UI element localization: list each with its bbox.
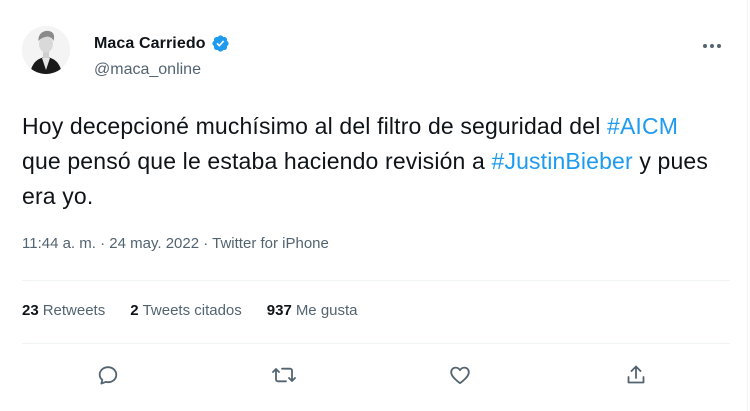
tweet-stats: 23 Retweets 2 Tweets citados 937 Me gusta: [22, 302, 383, 319]
likes-label: Me gusta: [295, 302, 358, 319]
reply-button[interactable]: [88, 355, 128, 395]
retweet-button[interactable]: [264, 355, 304, 395]
divider: [22, 280, 730, 281]
profile-photo: [22, 26, 70, 74]
like-button[interactable]: [440, 355, 480, 395]
retweets-count: 23: [22, 302, 39, 319]
quote-tweets-label: Tweets citados: [142, 302, 242, 319]
meta-separator: ·: [203, 235, 209, 252]
tweet-date[interactable]: 24 may. 2022: [109, 235, 199, 252]
meta-separator: ·: [100, 235, 106, 252]
verified-badge-icon: [211, 34, 230, 53]
retweets-label: Retweets: [42, 302, 106, 319]
divider: [22, 343, 730, 344]
author-display-name[interactable]: Maca Carriedo: [94, 35, 206, 53]
like-icon: [450, 366, 470, 385]
tweet-time[interactable]: 11:44 a. m.: [22, 235, 96, 252]
retweets-stat[interactable]: 23 Retweets: [22, 302, 105, 319]
author-name-row[interactable]: Maca Carriedo: [94, 34, 230, 53]
tweet-text: Hoy decepcioné muchísimo al del filtro d…: [22, 109, 722, 214]
avatar[interactable]: [22, 26, 70, 74]
tweet-card: Maca Carriedo @maca_online Hoy decepcion…: [0, 0, 748, 411]
more-options-icon[interactable]: [700, 36, 724, 56]
likes-count: 937: [266, 302, 292, 319]
reply-icon: [98, 366, 118, 385]
likes-stat[interactable]: 937 Me gusta: [267, 302, 358, 319]
quote-tweets-stat[interactable]: 2 Tweets citados: [130, 302, 242, 319]
hashtag-link-justinbieber[interactable]: #JustinBieber: [492, 148, 633, 174]
hashtag-link-aicm[interactable]: #AICM: [607, 113, 678, 139]
quote-tweets-count: 2: [130, 302, 139, 319]
share-button[interactable]: [616, 355, 656, 395]
tweet-text-part: que pensó que le estaba haciendo revisió…: [22, 148, 492, 174]
share-icon: [627, 365, 645, 384]
tweet-actions-bar: [0, 355, 748, 395]
tweet-source[interactable]: Twitter for iPhone: [212, 235, 329, 252]
author-handle[interactable]: @maca_online: [94, 61, 201, 79]
tweet-meta: 11:44 a. m. · 24 may. 2022 · Twitter for…: [22, 235, 329, 252]
retweet-icon: [272, 367, 296, 383]
tweet-text-part: Hoy decepcioné muchísimo al del filtro d…: [22, 113, 607, 139]
